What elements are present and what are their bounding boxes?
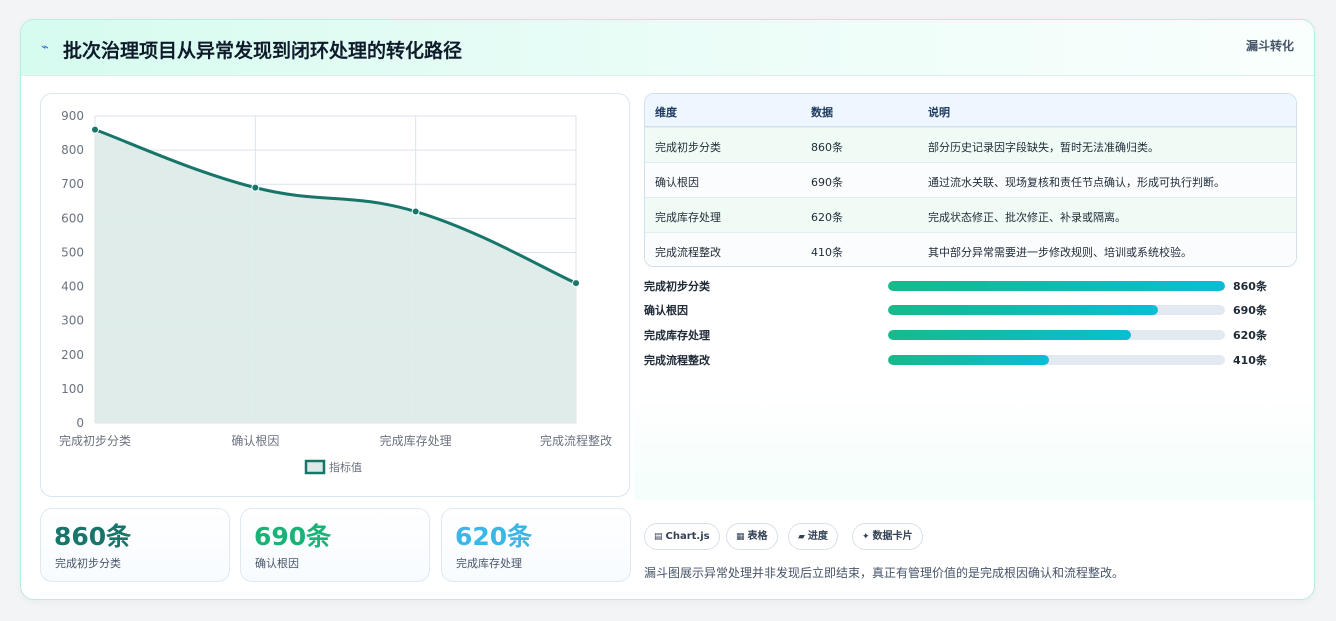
legend-swatch [304,459,326,475]
progress-track [888,281,1225,291]
table-header-cell: 说明 [928,106,950,119]
data-point [411,207,420,216]
y-tick-label: 800 [61,143,84,157]
legend-label: 指标值 [329,460,362,474]
table-row: 完成初步分类 860条 部分历史记录因字段缺失，暂时无法准确归类。 [645,127,1296,162]
progress-label: 完成库存处理 [644,329,710,342]
table-header-row: 维度 数据 说明 [645,94,1296,127]
card-header: ⌁ 批次治理项目从异常发现到闭环处理的转化路径 漏斗转化 [21,20,1314,76]
table-cell: 完成库存处理 [655,211,721,224]
table-cell: 通过流水关联、现场复核和责任节点确认，形成可执行判断。 [928,176,1225,189]
stat-value: 860条 [54,522,132,551]
chip-chartjs[interactable]: ▤ Chart.js [644,523,720,550]
table-cell: 410条 [811,246,843,259]
progress-label: 完成流程整改 [644,354,710,367]
data-point [91,125,99,134]
y-tick-label: 200 [61,348,84,362]
soft-background [634,390,1314,500]
sparkle-icon: ✦ [862,532,870,542]
dashboard-card: ⌁ 批次治理项目从异常发现到闭环处理的转化路径 漏斗转化 0 100 200 300 4… [20,19,1315,600]
progress-value: 410条 [1233,354,1267,367]
progress-fill [888,330,1131,340]
progress-track [888,305,1225,315]
table-row: 完成流程整改 410条 其中部分异常需要进一步修改规则、培训或系统校验。 [645,232,1296,266]
progress-label: 确认根因 [644,304,688,317]
stat-card-classified: 860条 完成初步分类 [40,508,230,582]
progress-icon: ▰ [798,532,805,542]
y-tick-label: 0 [76,416,84,430]
data-table: 维度 数据 说明 完成初步分类 860条 部分历史记录因字段缺失，暂时无法准确归… [644,93,1297,267]
x-tick-label: 完成库存处理 [380,433,452,448]
table-cell: 690条 [811,176,843,189]
chip-data-card[interactable]: ✦ 数据卡片 [852,523,923,550]
y-tick-label: 900 [61,109,84,123]
progress-value: 620条 [1233,329,1267,342]
y-tick-label: 400 [61,280,84,294]
x-tick-label: 完成流程整改 [540,433,612,448]
progress-value: 860条 [1233,280,1267,293]
stat-card-root-cause: 690条 确认根因 [240,508,430,582]
table-header-cell: 数据 [811,106,833,119]
line-chart: 0 100 200 300 400 500 600 700 800 900 完成初步分类 确认根因 完成… [59,109,612,475]
chart-icon: ▤ [654,532,663,542]
series-area [95,129,576,423]
table-header-cell: 维度 [655,106,677,119]
table-cell: 完成流程整改 [655,246,721,259]
table-cell: 860条 [811,141,843,154]
summary-text: 漏斗图展示异常处理并非发现后立即结束，真正有管理价值的是完成根因确认和流程整改。 [644,566,1125,580]
chip-label: 表格 [747,531,768,542]
progress-value: 690条 [1233,304,1267,317]
chip-table[interactable]: ▦ 表格 [726,523,778,550]
table-cell: 620条 [811,211,843,224]
stat-label: 确认根因 [255,557,299,570]
y-tick-label: 500 [61,245,84,259]
stat-label: 完成初步分类 [55,557,121,570]
data-point [572,279,580,288]
x-tick-label: 完成初步分类 [59,433,131,448]
table-cell: 确认根因 [655,176,699,189]
progress-row: 完成库存处理 620条 [644,326,1294,344]
stat-card-inventory: 620条 完成库存处理 [441,508,631,582]
progress-fill [888,355,1049,365]
table-cell: 部分历史记录因字段缺失，暂时无法准确归类。 [928,141,1159,154]
data-point [251,183,260,192]
table-cell: 其中部分异常需要进一步修改规则、培训或系统校验。 [928,246,1192,259]
table-cell: 完成状态修正、批次修正、补录或隔离。 [928,211,1126,224]
progress-fill [888,305,1159,315]
progress-row: 完成初步分类 860条 [644,277,1294,295]
y-tick-label: 300 [61,314,84,328]
chip-label: Chart.js [665,531,710,542]
table-cell: 完成初步分类 [655,141,721,154]
progress-row: 完成流程整改 410条 [644,351,1294,369]
x-tick-label: 确认根因 [231,434,279,448]
table-row: 确认根因 690条 通过流水关联、现场复核和责任节点确认，形成可执行判断。 [645,162,1296,197]
stat-label: 完成库存处理 [456,557,522,570]
y-tick-label: 700 [61,177,84,191]
trend-icon: ⌁ [41,40,49,55]
line-chart-panel: 0 100 200 300 400 500 600 700 800 900 完成初步分类 确认根因 完成… [40,93,630,497]
y-tick-label: 100 [61,382,84,396]
chart-type-badge: 漏斗转化 [1245,39,1294,53]
progress-label: 完成初步分类 [644,280,710,293]
progress-row: 确认根因 690条 [644,301,1294,319]
table-icon: ▦ [736,532,745,542]
table-row: 完成库存处理 620条 完成状态修正、批次修正、补录或隔离。 [645,197,1296,232]
chip-progress[interactable]: ▰ 进度 [788,523,838,550]
stat-value: 620条 [455,522,533,551]
progress-track [888,355,1225,365]
progress-track [888,330,1225,340]
chip-label: 数据卡片 [872,531,913,542]
stat-value: 690条 [254,522,332,551]
chip-label: 进度 [807,531,828,542]
page-title: 批次治理项目从异常发现到闭环处理的转化路径 [63,40,463,62]
progress-fill [888,281,1225,291]
y-tick-label: 600 [61,211,84,225]
